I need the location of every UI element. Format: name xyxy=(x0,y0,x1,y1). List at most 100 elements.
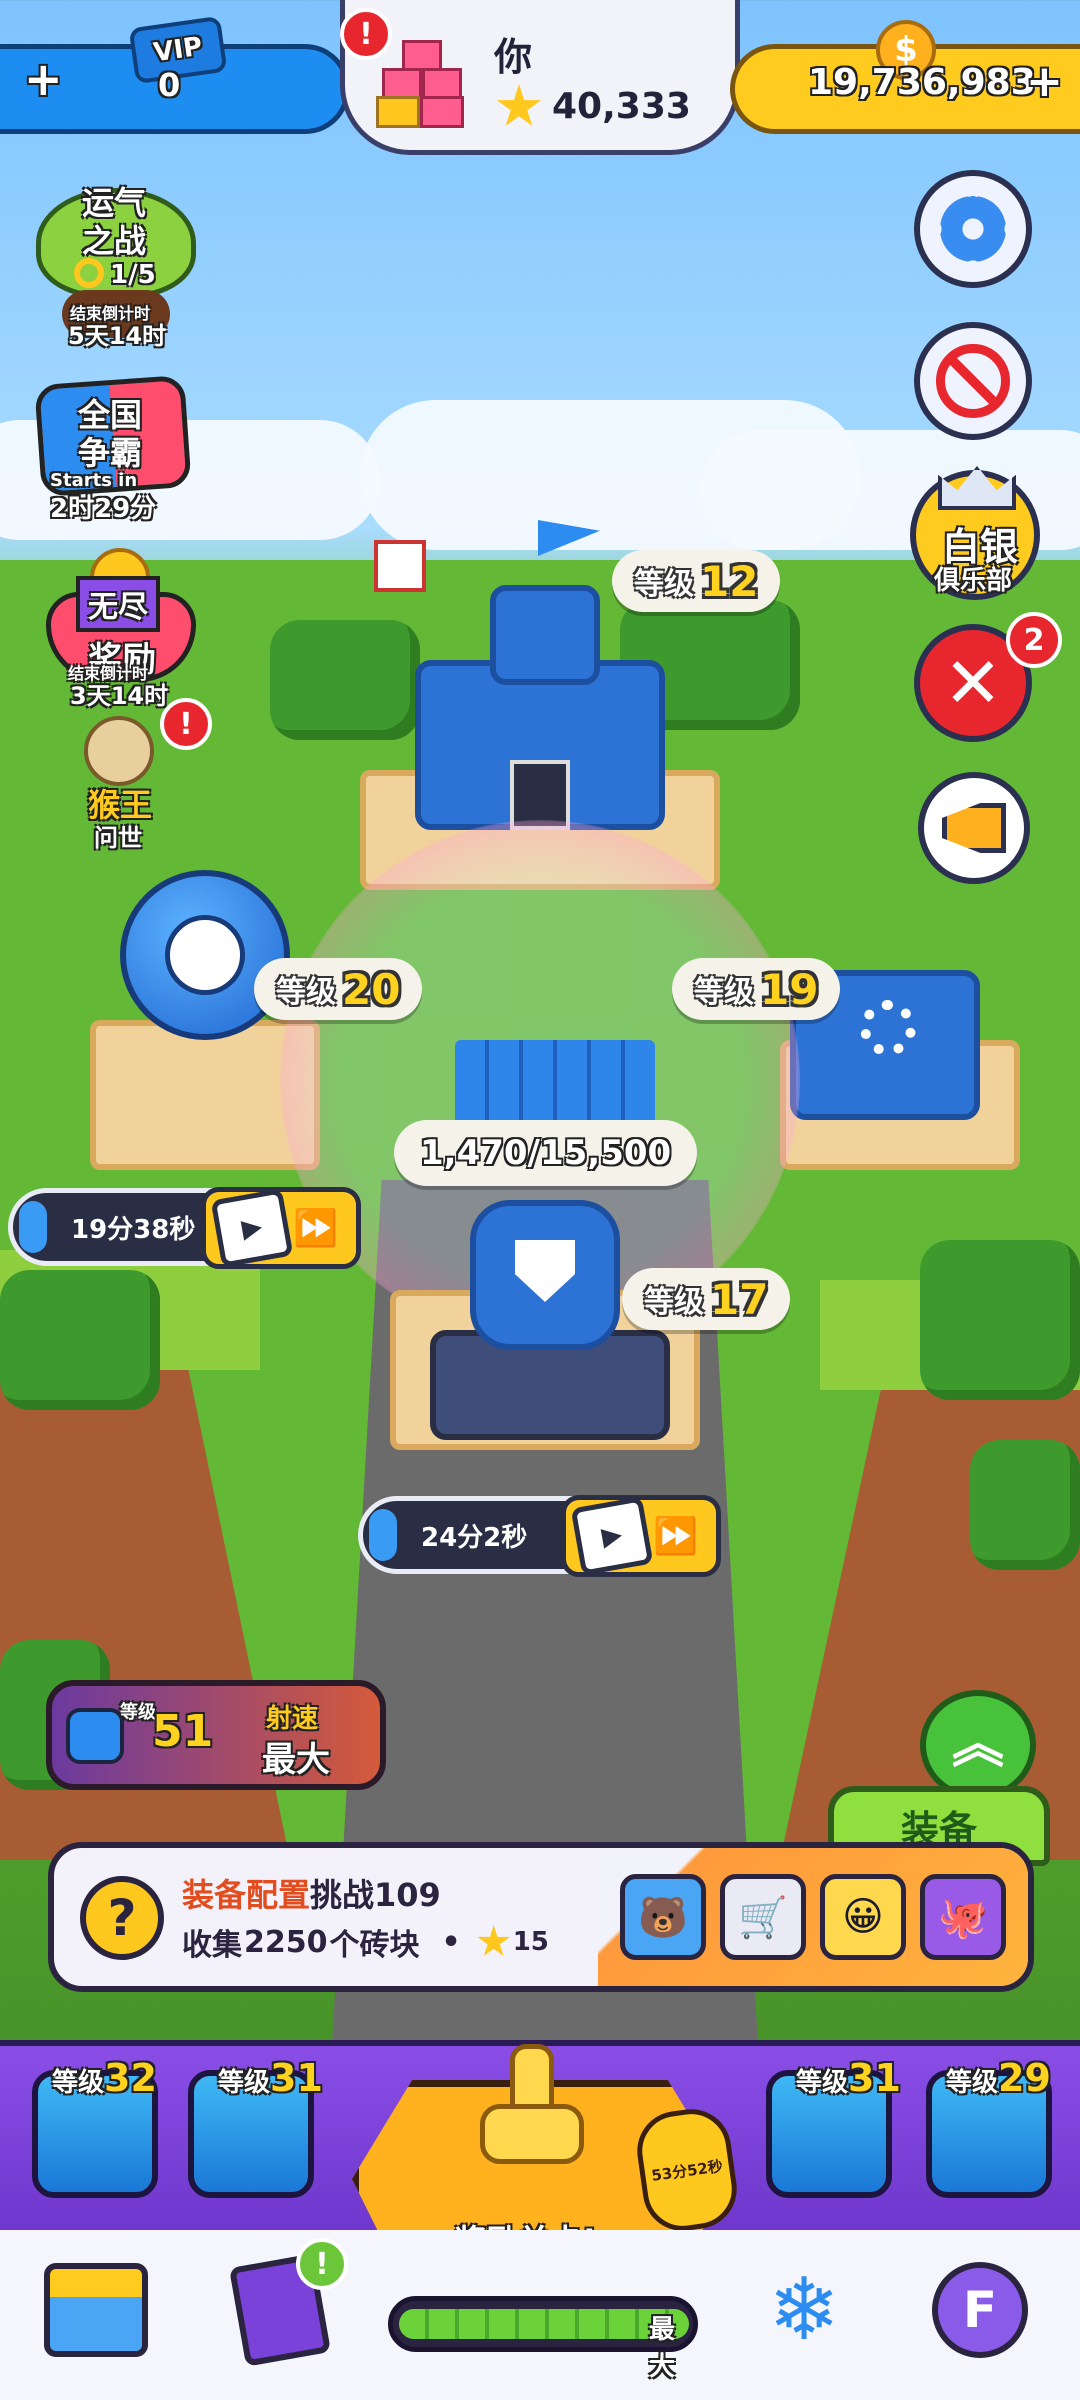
balloon-level-label: 等级 xyxy=(276,975,336,1010)
monkey-icon xyxy=(84,716,154,786)
mission-desc: 收集 2250 个砖块 • 15 xyxy=(182,1920,549,1964)
mission-desc-pre: 收集 xyxy=(182,1928,242,1963)
tower-level-value: 17 xyxy=(710,1274,769,1324)
bricks-avatar-icon xyxy=(376,40,468,130)
gear-slot-cannon[interactable]: 🛒 xyxy=(720,1874,806,1960)
fire-rate-level: 51 xyxy=(152,1706,214,1757)
tower-upgrade-timer: 24分2秒 ▶ ⏩ xyxy=(358,1495,721,1577)
fast-forward-icon: ⏩ xyxy=(653,1516,698,1557)
announcement-button[interactable] xyxy=(918,772,1030,884)
mission-title-rest: 挑战109 xyxy=(310,1876,441,1914)
vip-count: 0 xyxy=(158,66,181,104)
factory-level-value: 19 xyxy=(760,964,819,1014)
reward-countdown: 3天14时 xyxy=(70,682,169,710)
weapon-2-level: 等级31 xyxy=(218,2056,323,2100)
reward-meter-label: 最大 xyxy=(649,2315,676,2382)
weapon-1-level: 等级32 xyxy=(52,2056,157,2100)
monkey-subtitle: 问世 xyxy=(94,824,142,852)
mission-desc-num: 2250 xyxy=(244,1924,328,1960)
settings-button[interactable] xyxy=(914,170,1032,288)
hq-level-tag: 等级 12 xyxy=(612,550,781,612)
weapon-3-level: 等级31 xyxy=(796,2056,901,2100)
tree xyxy=(920,1240,1080,1400)
reward-meter-fill xyxy=(399,2309,689,2339)
hq-level-label: 等级 xyxy=(634,567,694,602)
monkey-alert-badge: ! xyxy=(160,698,212,750)
no-ads-button[interactable] xyxy=(914,322,1032,440)
silver-club-button[interactable]: 白银 俱乐部 xyxy=(910,466,1040,600)
hq-tower xyxy=(490,585,600,685)
expand-button[interactable]: ︽ xyxy=(920,1690,1036,1800)
luck-war-progress: 1/5 xyxy=(110,260,156,290)
key-icon xyxy=(74,258,104,288)
hq-level-value: 12 xyxy=(700,556,759,606)
factory-level-label: 等级 xyxy=(694,975,754,1010)
nav-shop[interactable] xyxy=(36,2250,156,2370)
tree xyxy=(0,1270,160,1410)
coins-add-button[interactable]: + xyxy=(1026,56,1063,107)
reward-tag: 无尽 xyxy=(76,576,160,632)
fire-rate-label: 射速 xyxy=(266,1704,319,1734)
pinata-llama-icon xyxy=(470,2044,590,2194)
vip-label: VIP xyxy=(151,31,205,69)
tower-level-label: 等级 xyxy=(644,1285,704,1320)
fire-rate-level-label: 等级 xyxy=(120,1702,156,1723)
national-starts-time: 2时29分 xyxy=(50,494,157,524)
video-play-icon: ▶ xyxy=(210,1188,294,1268)
fire-rate-value: 最大 xyxy=(262,1740,330,1780)
mission-help-icon[interactable]: ? xyxy=(80,1876,164,1960)
mission-title-highlight: 装备配置 xyxy=(182,1876,311,1914)
cannon-cart-icon: 🛒 xyxy=(738,1894,788,1941)
weapon-4-level: 等级29 xyxy=(946,2056,1051,2100)
gear-slot-bear[interactable]: 🐻 xyxy=(620,1874,706,1960)
crossed-swords-icon: ✕ xyxy=(943,642,1003,724)
player-name: 你 xyxy=(494,35,533,79)
gear-slot-drone[interactable]: 🐙 xyxy=(920,1874,1006,1960)
factory-level-tag: 等级 19 xyxy=(672,958,841,1020)
brick-progress-label: 1,470/15,500 xyxy=(394,1120,698,1186)
mission-bar[interactable]: ? 装备配置挑战109 收集 2250 个砖块 • 15 🐻 🛒 😀 🐙 xyxy=(48,1842,1034,1992)
cannon-icon xyxy=(66,1708,124,1764)
coin-count: 19,736,983 xyxy=(808,62,1036,103)
fire-rate-panel[interactable]: 等级 51 射速 最大 xyxy=(46,1680,386,1790)
balloon-timer-text: 19分38秒 xyxy=(71,1214,196,1245)
mission-desc-post: 个砖块 xyxy=(329,1928,420,1963)
national-event[interactable]: 全国 争霸 Starts in 2时29分 xyxy=(28,374,198,524)
gear-slot-pilot[interactable]: 😀 xyxy=(820,1874,906,1960)
shop-icon xyxy=(44,2263,148,2357)
drone-icon: 🐙 xyxy=(938,1894,988,1941)
player-portrait-flag xyxy=(374,540,426,592)
tree xyxy=(970,1440,1080,1570)
question-mark: ? xyxy=(107,1889,137,1947)
nav-faction[interactable]: F xyxy=(920,2250,1040,2370)
pilot-icon: 😀 xyxy=(842,1894,884,1940)
nav-freeze[interactable]: ❄ xyxy=(744,2250,864,2370)
tower-speedup-button[interactable]: ▶ ⏩ xyxy=(561,1495,721,1577)
gear-icon xyxy=(940,196,1006,262)
cards-alert-badge: ! xyxy=(296,2238,348,2290)
reward-event[interactable]: 无尽 奖励 结束倒计时 3天14时 xyxy=(40,548,200,710)
bear-icon: 🐻 xyxy=(638,1894,688,1941)
faction-emblem-icon: F xyxy=(932,2262,1028,2358)
gear-cog-icon xyxy=(860,1000,916,1056)
snowflake-icon: ❄ xyxy=(767,2260,841,2360)
mission-bullet: • xyxy=(441,1924,461,1960)
video-play-icon: ▶ xyxy=(570,1496,654,1576)
reward-star-icon xyxy=(477,1925,511,1956)
luck-war-countdown: 5天14时 xyxy=(68,322,167,350)
mission-reward: 15 xyxy=(512,1927,549,1957)
national-title-2: 争霸 xyxy=(78,434,143,472)
brick-progress-value: 1,470/15,500 xyxy=(420,1133,672,1173)
compass-icon xyxy=(165,915,245,995)
reward-meter: 最大 xyxy=(388,2296,698,2382)
megaphone-icon xyxy=(942,803,1006,853)
luck-war-event[interactable]: 运气 之战 1/5 结束倒计时 5天14时 xyxy=(36,178,196,350)
tower-timer-text: 24分2秒 xyxy=(421,1522,528,1553)
vip-add-button[interactable]: + xyxy=(24,52,63,106)
balloon-speedup-button[interactable]: ▶ ⏩ xyxy=(201,1187,361,1269)
balloon-timer-fill xyxy=(19,1201,47,1253)
luck-war-title-2: 之战 xyxy=(82,222,147,260)
double-chevron-up-icon: ︽ xyxy=(951,1715,1004,1775)
star-count: 40,333 xyxy=(552,86,691,127)
mission-title: 装备配置挑战109 xyxy=(182,1870,441,1916)
